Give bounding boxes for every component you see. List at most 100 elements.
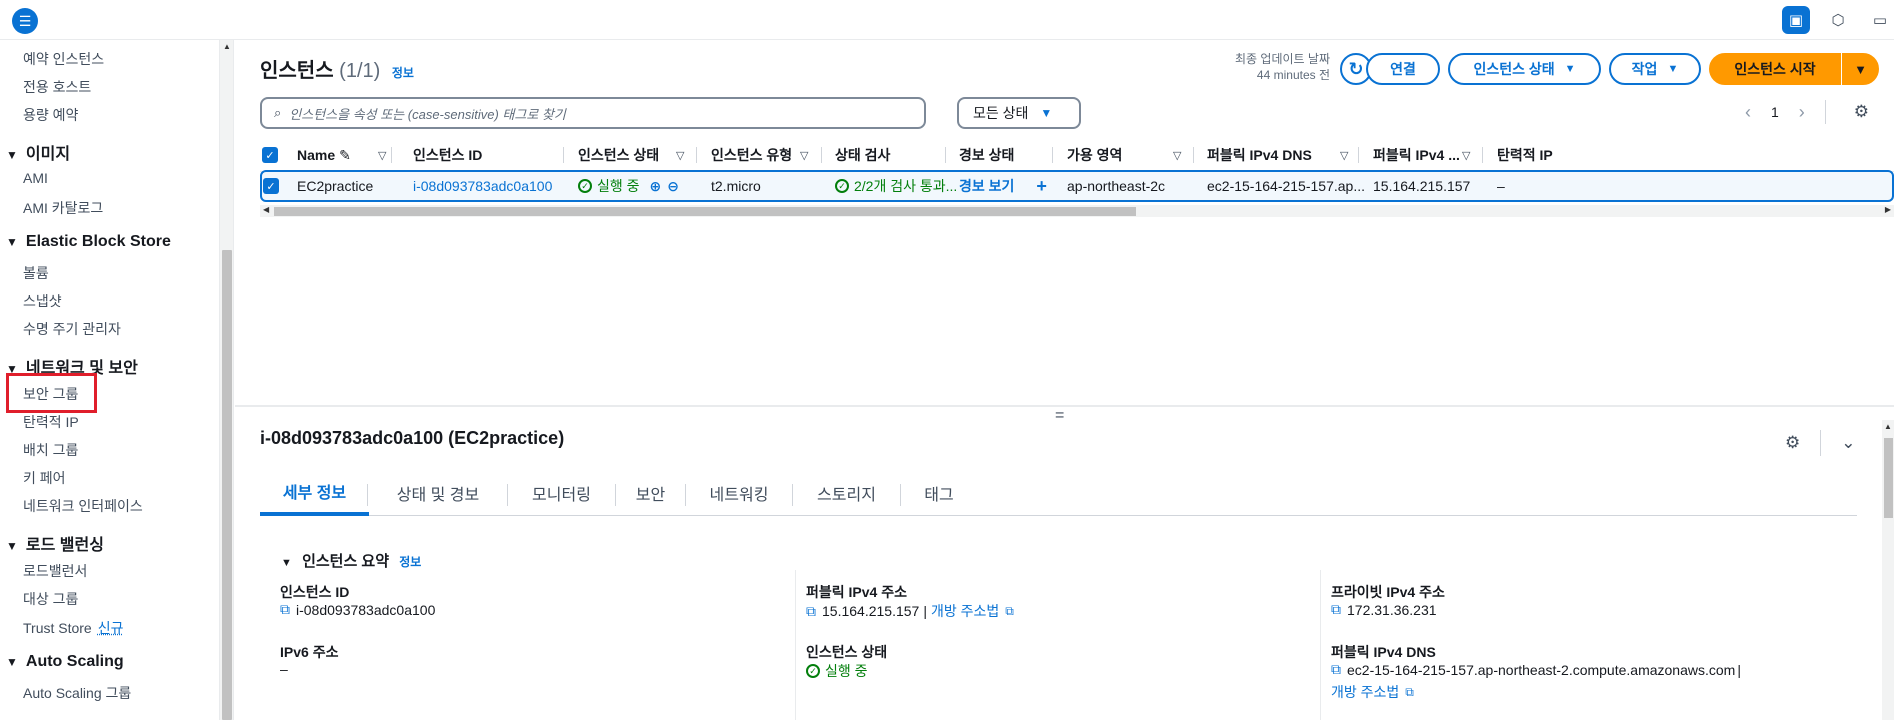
sidebar-section-load-balancing[interactable]: ▼ 로드 밸런싱	[6, 531, 104, 555]
chevron-down-icon[interactable]: ⌄	[1841, 433, 1855, 453]
sort-icon[interactable]: ▽	[676, 138, 686, 172]
state-filter-select[interactable]: 모든 상태 ▼	[957, 97, 1081, 129]
tab-monitoring[interactable]: 모니터링	[508, 470, 615, 516]
menu-icon[interactable]: ☰	[12, 8, 38, 34]
cell-instance-id-link[interactable]: i-08d093783adc0a100	[413, 172, 552, 200]
zoom-out-icon[interactable]: ⊖	[667, 178, 679, 195]
instance-state-label: 인스턴스 상태	[1473, 61, 1555, 77]
sidebar-section-auto-scaling[interactable]: ▼ Auto Scaling	[6, 653, 124, 671]
scrollbar-thumb[interactable]	[222, 250, 232, 720]
detail-scrollbar[interactable]: ▲	[1882, 420, 1894, 720]
sidebar-item-reserved-instances[interactable]: 예약 인스턴스	[23, 49, 104, 69]
panel-icon[interactable]: ▣	[1782, 6, 1810, 34]
launch-dropdown-button[interactable]: ▼	[1842, 53, 1879, 85]
sidebar-item-ami-catalog[interactable]: AMI 카탈로그	[23, 198, 103, 218]
sidebar-section-ebs[interactable]: ▼ Elastic Block Store	[6, 233, 171, 251]
column-header-status-check[interactable]: 상태 검사	[835, 138, 890, 172]
column-header-public-dns[interactable]: 퍼블릭 IPv4 DNS	[1207, 138, 1312, 172]
scroll-left-icon[interactable]: ◀	[263, 205, 269, 214]
page-title-text: 인스턴스	[260, 60, 334, 82]
column-header-name[interactable]: Name ✎	[297, 138, 351, 172]
select-all-checkbox[interactable]: ✓	[262, 138, 278, 172]
sidebar-item-elastic-ip[interactable]: 탄력적 IP	[23, 412, 79, 432]
external-link-icon[interactable]: ⧉	[1405, 685, 1414, 700]
cell-alarm[interactable]: 경보 보기 +	[959, 172, 1047, 200]
copy-icon[interactable]: ⧉	[1331, 661, 1341, 678]
tab-tags[interactable]: 태그	[901, 470, 977, 516]
table-row[interactable]: ✓ EC2practice i-08d093783adc0a100 ✓ 실행 중…	[260, 170, 1894, 202]
sidebar-item-trust-store[interactable]: Trust Store 신규	[23, 618, 124, 638]
sidebar-item-ami[interactable]: AMI	[23, 170, 48, 186]
copy-icon[interactable]: ⧉	[280, 601, 290, 618]
instance-state-value: ✓ 실행 중	[806, 661, 868, 681]
sort-icon[interactable]: ▽	[1173, 138, 1183, 172]
column-header-instance-id[interactable]: 인스턴스 ID	[413, 138, 482, 172]
view-alarms-link[interactable]: 경보 보기	[959, 176, 1014, 196]
instance-summary-title[interactable]: ▼ 인스턴스 요약 정보	[281, 550, 421, 571]
sort-icon[interactable]: ▽	[1462, 138, 1472, 172]
tab-security[interactable]: 보안	[616, 470, 685, 516]
zoom-in-icon[interactable]: ⊕	[650, 178, 662, 195]
hex-icon[interactable]: ⬡	[1824, 6, 1852, 34]
sidebar-section-images[interactable]: ▼ 이미지	[6, 140, 70, 164]
tab-networking[interactable]: 네트워킹	[686, 470, 792, 516]
search-input[interactable]: ⌕ 인스턴스을 속성 또는 (case-sensitive) 태그로 찾기	[260, 97, 926, 129]
sidebar-item-auto-scaling-groups[interactable]: Auto Scaling 그룹	[23, 683, 131, 703]
copy-icon[interactable]: ⧉	[806, 603, 816, 620]
sidebar-item-load-balancers[interactable]: 로드밸런서	[23, 561, 87, 581]
filter-caret-icon: ▽	[1173, 149, 1182, 162]
tab-storage[interactable]: 스토리지	[793, 470, 900, 516]
instance-state-button[interactable]: 인스턴스 상태 ▼	[1448, 53, 1601, 85]
column-header-availability-zone[interactable]: 가용 영역	[1067, 138, 1122, 172]
external-link-icon[interactable]: ⧉	[1005, 604, 1014, 619]
instance-id-value: ⧉ i-08d093783adc0a100	[280, 601, 435, 618]
tab-status-alarms[interactable]: 상태 및 경보	[368, 470, 508, 516]
sidebar-item-target-groups[interactable]: 대상 그룹	[23, 589, 78, 609]
column-header-public-ipv4[interactable]: 퍼블릭 IPv4 ...	[1373, 138, 1460, 172]
gear-icon[interactable]: ⚙	[1854, 102, 1869, 122]
cell-status-check: ✓ 2/2개 검사 통과...	[835, 172, 957, 200]
actions-button[interactable]: 작업 ▼	[1609, 53, 1701, 85]
scroll-up-icon[interactable]: ▲	[1884, 422, 1892, 431]
plus-icon[interactable]: +	[1036, 176, 1047, 197]
sidebar-item-snapshots[interactable]: 스냅샷	[23, 291, 62, 311]
column-header-instance-state[interactable]: 인스턴스 상태	[578, 138, 659, 172]
sort-icon[interactable]: ▽	[1340, 138, 1350, 172]
launch-instance-button[interactable]: 인스턴스 시작	[1709, 53, 1841, 85]
horizontal-scrollbar[interactable]: ◀ ▶	[260, 205, 1894, 217]
sort-icon[interactable]: ▽	[378, 138, 388, 172]
resize-handle-icon[interactable]: =	[1055, 407, 1064, 425]
next-page-icon[interactable]: ›	[1799, 102, 1805, 123]
info-link[interactable]: 정보	[392, 66, 414, 80]
scrollbar-thumb[interactable]	[274, 207, 1136, 216]
state-text: 실행 중	[597, 178, 640, 194]
scroll-up-icon[interactable]: ▲	[223, 42, 231, 51]
row-checkbox[interactable]: ✓	[263, 172, 279, 200]
connect-button[interactable]: 연결	[1366, 53, 1440, 85]
copy-icon[interactable]: ⧉	[1331, 601, 1341, 618]
gear-icon[interactable]: ⚙	[1785, 433, 1800, 453]
sidebar-item-network-interfaces[interactable]: 네트워크 인터페이스	[23, 496, 143, 516]
status-check-text: 2/2개 검사 통과...	[854, 178, 958, 194]
scrollbar-thumb[interactable]	[1884, 438, 1893, 518]
monitor-icon[interactable]: ▭	[1866, 6, 1894, 34]
sidebar-item-capacity-reservations[interactable]: 용량 예약	[23, 105, 78, 125]
open-address-link[interactable]: 개방 주소법	[1331, 682, 1399, 702]
sidebar-item-placement-groups[interactable]: 배치 그룹	[23, 440, 78, 460]
column-header-instance-type[interactable]: 인스턴스 유형	[711, 138, 792, 172]
sidebar-scrollbar[interactable]: ▲	[219, 40, 233, 720]
sort-icon[interactable]: ▽	[800, 138, 810, 172]
sidebar-item-dedicated-hosts[interactable]: 전용 호스트	[23, 77, 91, 97]
scroll-right-icon[interactable]: ▶	[1885, 205, 1891, 214]
sidebar-item-volumes[interactable]: 볼륨	[23, 263, 49, 283]
info-link[interactable]: 정보	[399, 555, 421, 569]
prev-page-icon[interactable]: ‹	[1745, 102, 1751, 123]
split-divider[interactable]	[235, 405, 1894, 407]
column-header-alarm-status[interactable]: 경보 상태	[959, 138, 1014, 172]
sidebar-item-lifecycle-manager[interactable]: 수명 주기 관리자	[23, 319, 121, 339]
open-address-link[interactable]: 개방 주소법	[931, 601, 999, 621]
page-number[interactable]: 1	[1771, 104, 1779, 120]
column-header-elastic-ip[interactable]: 탄력적 IP	[1497, 138, 1553, 172]
sidebar-item-key-pairs[interactable]: 키 페어	[23, 468, 66, 488]
tab-details[interactable]: 세부 정보	[260, 470, 369, 516]
